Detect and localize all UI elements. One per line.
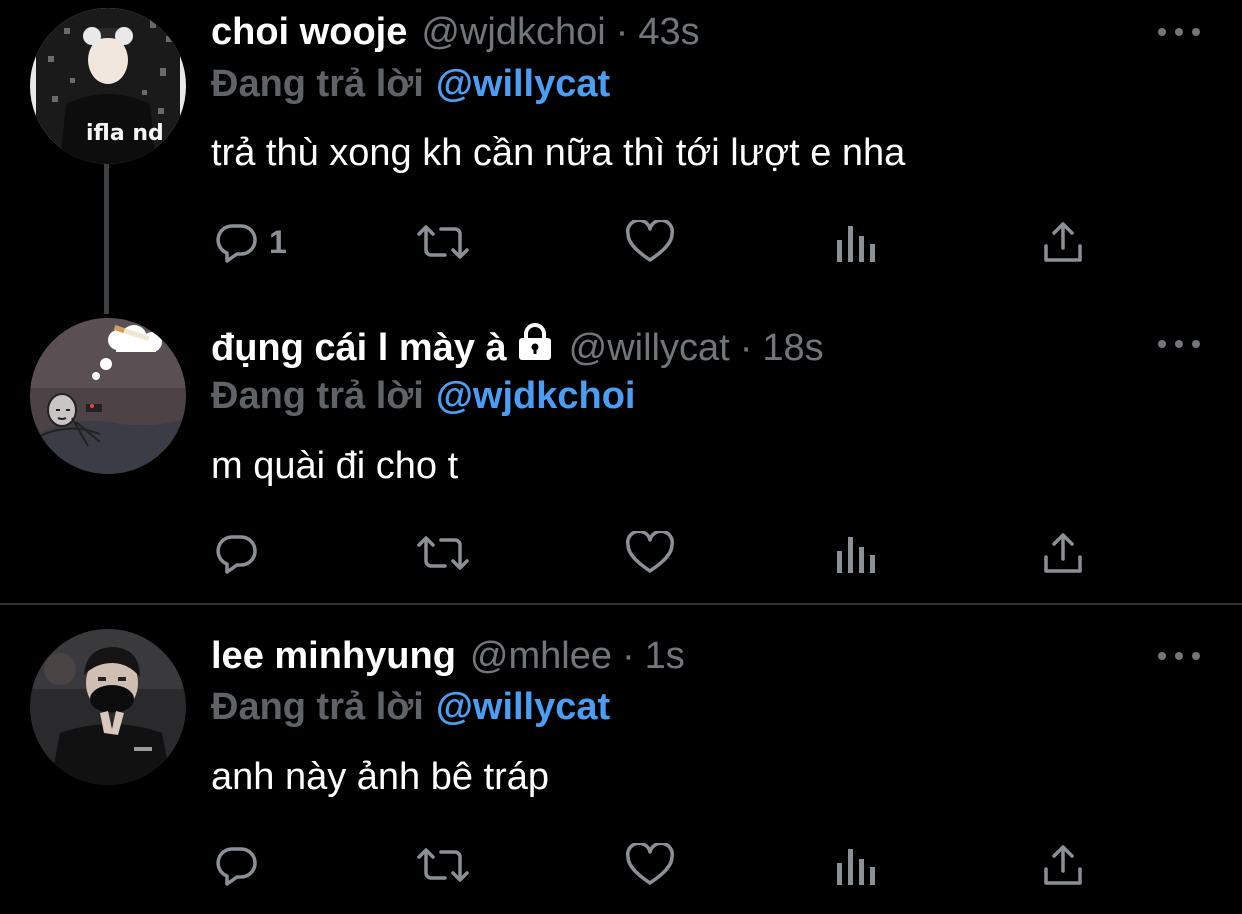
share-button[interactable] — [1041, 840, 1085, 890]
replying-label: Đang trả lời — [211, 686, 424, 728]
like-button[interactable] — [625, 528, 675, 578]
separator: · — [739, 327, 753, 369]
share-button[interactable] — [1041, 217, 1085, 267]
reply-button[interactable] — [215, 840, 269, 890]
retweet-icon — [417, 848, 469, 882]
avatar-lee-minhyung[interactable] — [30, 629, 186, 785]
retweet-button[interactable] — [415, 528, 471, 578]
separator: · — [615, 11, 629, 53]
display-name[interactable]: lee minhyung — [211, 631, 456, 681]
thread-line — [104, 160, 109, 314]
more-icon[interactable] — [1158, 26, 1200, 38]
replying-mention[interactable]: @willycat — [436, 686, 610, 728]
reply-count: 1 — [269, 223, 287, 260]
views-button[interactable] — [835, 840, 877, 890]
tweet-text: trả thù xong kh cần nữa thì tới lượt e n… — [211, 132, 906, 174]
reply-button[interactable] — [215, 528, 269, 578]
tweet-header: lee minhyung @mhlee · 1s — [211, 631, 685, 681]
share-icon — [1044, 845, 1082, 885]
reply-icon — [216, 224, 257, 263]
views-icon — [837, 537, 875, 573]
more-icon[interactable] — [1158, 650, 1200, 662]
avatar-dung-cai[interactable] — [30, 318, 186, 474]
retweet-icon — [417, 225, 469, 259]
display-name[interactable]: choi wooje — [211, 7, 407, 57]
retweet-icon — [417, 536, 469, 570]
replying-to: Đang trả lời @willycat — [211, 59, 610, 109]
replying-to: Đang trả lời @wjdkchoi — [211, 371, 635, 421]
user-handle[interactable]: @mhlee — [470, 631, 612, 681]
share-icon — [1044, 533, 1082, 573]
tweet-header: choi wooje @wjdkchoi · 43s — [211, 7, 700, 57]
reply-icon — [216, 847, 257, 886]
reply-icon — [216, 535, 257, 574]
tweet-header: đụng cái l mày à @willycat · 18s — [211, 322, 824, 374]
like-icon — [625, 531, 675, 573]
views-button[interactable] — [835, 217, 877, 267]
user-handle[interactable]: @wjdkchoi — [421, 7, 605, 57]
views-button[interactable] — [835, 528, 877, 578]
retweet-button[interactable] — [415, 840, 471, 890]
avatar-choi-wooje[interactable]: ifla nd — [30, 8, 186, 164]
retweet-button[interactable] — [415, 217, 471, 267]
tweet-text: m quài đi cho t — [211, 445, 459, 487]
avatar-shirt-text: ifla nd — [86, 121, 164, 146]
like-button[interactable] — [625, 840, 675, 890]
share-button[interactable] — [1041, 528, 1085, 578]
tweet-2[interactable]: đụng cái l mày à @willycat · 18s Đang tr… — [0, 314, 1242, 603]
display-name[interactable]: đụng cái l mày à — [211, 323, 507, 373]
replying-label: Đang trả lời — [211, 63, 424, 105]
tweet-3[interactable]: lee minhyung @mhlee · 1s Đang trả lời @wi… — [0, 605, 1242, 914]
like-icon — [625, 220, 675, 262]
timestamp[interactable]: 1s — [645, 631, 685, 681]
user-handle[interactable]: @willycat — [569, 323, 730, 373]
like-icon — [625, 843, 675, 885]
replying-mention[interactable]: @willycat — [436, 63, 610, 105]
reply-button[interactable]: 1 — [215, 217, 287, 267]
views-icon — [837, 226, 875, 262]
lock-icon — [515, 322, 555, 374]
share-icon — [1044, 222, 1082, 262]
more-icon[interactable] — [1158, 338, 1200, 350]
replying-mention[interactable]: @wjdkchoi — [436, 375, 636, 417]
tweet-1[interactable]: ifla nd choi wooje @wjdkchoi · 43s Đang … — [0, 0, 1242, 314]
replying-to: Đang trả lời @willycat — [211, 682, 610, 732]
views-icon — [837, 849, 875, 885]
timestamp[interactable]: 43s — [638, 7, 699, 57]
tweet-text: anh này ảnh bê tráp — [211, 756, 550, 798]
like-button[interactable] — [625, 217, 675, 267]
timestamp[interactable]: 18s — [762, 323, 823, 373]
replying-label: Đang trả lời — [211, 375, 424, 417]
separator: · — [622, 635, 635, 677]
